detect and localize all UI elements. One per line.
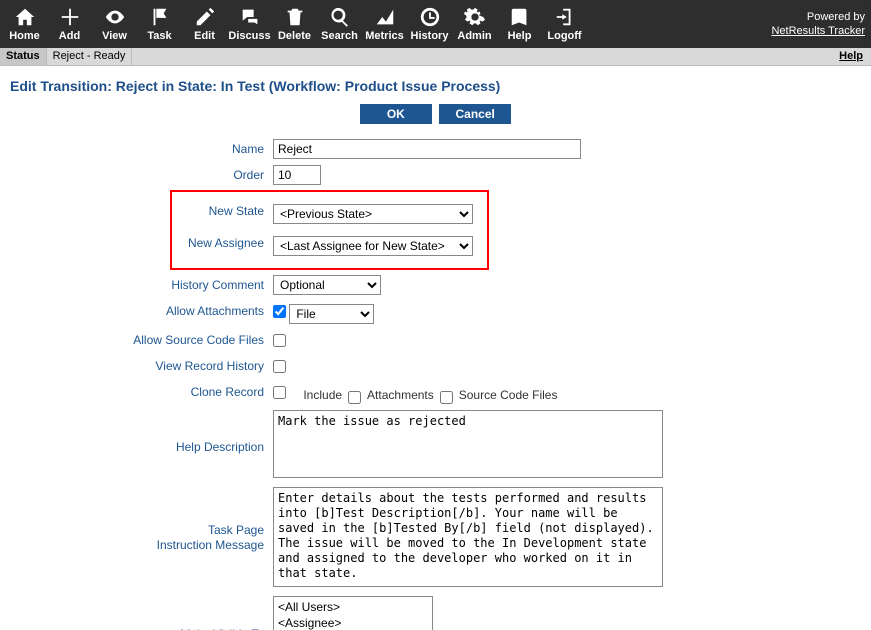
- toolbar-branding: Powered by NetResults Tracker: [771, 10, 865, 38]
- visibility-label: Make Visible To Users / User Groups: [10, 595, 272, 630]
- trash-icon: [284, 6, 306, 28]
- name-input[interactable]: [273, 139, 581, 159]
- new-assignee-label: New Assignee: [176, 232, 272, 260]
- clone-source-checkbox[interactable]: [440, 391, 453, 404]
- toolbar-label-admin: Admin: [457, 30, 491, 42]
- allow-source-code-checkbox[interactable]: [273, 334, 286, 347]
- help-description-textarea[interactable]: Mark the issue as rejected: [273, 410, 663, 478]
- cancel-button[interactable]: Cancel: [439, 104, 511, 124]
- status-strip: Status Reject - Ready Help: [0, 48, 871, 66]
- order-label: Order: [10, 164, 272, 186]
- page-title: Edit Transition: Reject in State: In Tes…: [10, 78, 861, 94]
- chart-icon: [374, 6, 396, 28]
- plus-icon: [59, 6, 81, 28]
- search-icon: [329, 6, 351, 28]
- edit-button[interactable]: Edit: [182, 0, 227, 48]
- toolbar-label-search: Search: [321, 30, 358, 42]
- toolbar-label-home: Home: [9, 30, 40, 42]
- clock-icon: [419, 6, 441, 28]
- clone-include-label: Include: [303, 388, 342, 402]
- toolbar-icon-group: Home Add View Task Edit Discuss Delete: [2, 0, 587, 48]
- task-instruction-textarea[interactable]: Enter details about the tests performed …: [273, 487, 663, 587]
- name-label: Name: [10, 138, 272, 160]
- ok-button[interactable]: OK: [360, 104, 432, 124]
- view-button[interactable]: View: [92, 0, 137, 48]
- task-instruction-label-l1: Task Page: [208, 523, 264, 537]
- toolbar-label-logoff: Logoff: [547, 30, 581, 42]
- book-icon: [509, 6, 531, 28]
- status-value: Reject - Ready: [47, 48, 133, 65]
- task-instruction-label: Task Page Instruction Message: [10, 486, 272, 591]
- status-label: Status: [0, 48, 47, 65]
- discuss-button[interactable]: Discuss: [227, 0, 272, 48]
- clone-record-label: Clone Record: [10, 381, 272, 405]
- allow-attachments-type-select[interactable]: File: [289, 304, 374, 324]
- eye-icon: [104, 6, 126, 28]
- toolbar-label-metrics: Metrics: [365, 30, 404, 42]
- gear-icon: [464, 6, 486, 28]
- toolbar-label-task: Task: [147, 30, 171, 42]
- status-help-link[interactable]: Help: [831, 48, 871, 65]
- visibility-option-all-users[interactable]: <All Users>: [276, 599, 430, 615]
- view-record-history-checkbox[interactable]: [273, 360, 286, 373]
- new-state-label: New State: [176, 200, 272, 228]
- toolbar-label-discuss: Discuss: [228, 30, 270, 42]
- visibility-option-assignee[interactable]: <Assignee>: [276, 615, 430, 630]
- history-comment-select[interactable]: Optional: [273, 275, 381, 295]
- task-button[interactable]: Task: [137, 0, 182, 48]
- task-instruction-label-l2: Instruction Message: [157, 538, 264, 552]
- clone-attachments-label: Attachments: [367, 388, 434, 402]
- history-button[interactable]: History: [407, 0, 452, 48]
- logoff-button[interactable]: Logoff: [542, 0, 587, 48]
- toolbar-label-history: History: [411, 30, 449, 42]
- pencil-icon: [194, 6, 216, 28]
- form-table: Name Order New State: [10, 134, 861, 630]
- home-button[interactable]: Home: [2, 0, 47, 48]
- chat-icon: [239, 6, 261, 28]
- help-description-label: Help Description: [10, 409, 272, 482]
- view-record-history-label: View Record History: [10, 355, 272, 377]
- new-assignee-select[interactable]: <Last Assignee for New State>: [273, 236, 473, 256]
- main-toolbar: Home Add View Task Edit Discuss Delete: [0, 0, 871, 48]
- home-icon: [14, 6, 36, 28]
- status-strip-left: Status Reject - Ready: [0, 48, 132, 65]
- search-button[interactable]: Search: [317, 0, 362, 48]
- clone-record-checkbox[interactable]: [273, 386, 286, 399]
- workarea-scroll[interactable]: Edit Transition: Reject in State: In Tes…: [0, 66, 871, 630]
- flag-icon: [149, 6, 171, 28]
- allow-source-code-label: Allow Source Code Files: [10, 329, 272, 351]
- add-button[interactable]: Add: [47, 0, 92, 48]
- visibility-label-l1: Make Visible To: [180, 627, 264, 630]
- toolbar-label-delete: Delete: [278, 30, 311, 42]
- clone-attachments-checkbox[interactable]: [348, 391, 361, 404]
- clone-source-label: Source Code Files: [459, 388, 558, 402]
- allow-attachments-checkbox[interactable]: [273, 305, 286, 318]
- toolbar-label-view: View: [102, 30, 127, 42]
- powered-by-label: Powered by: [771, 10, 865, 24]
- metrics-button[interactable]: Metrics: [362, 0, 407, 48]
- help-button[interactable]: Help: [497, 0, 542, 48]
- toolbar-label-help: Help: [508, 30, 532, 42]
- new-state-select[interactable]: <Previous State>: [273, 204, 473, 224]
- allow-attachments-label: Allow Attachments: [10, 300, 272, 325]
- order-input[interactable]: [273, 165, 321, 185]
- delete-button[interactable]: Delete: [272, 0, 317, 48]
- brand-link[interactable]: NetResults Tracker: [771, 25, 865, 37]
- history-comment-label: History Comment: [10, 274, 272, 296]
- toolbar-label-add: Add: [59, 30, 80, 42]
- toolbar-label-edit: Edit: [194, 30, 215, 42]
- admin-button[interactable]: Admin: [452, 0, 497, 48]
- visibility-listbox[interactable]: <All Users> <Assignee> <State Manager> <…: [273, 596, 433, 630]
- logoff-icon: [554, 6, 576, 28]
